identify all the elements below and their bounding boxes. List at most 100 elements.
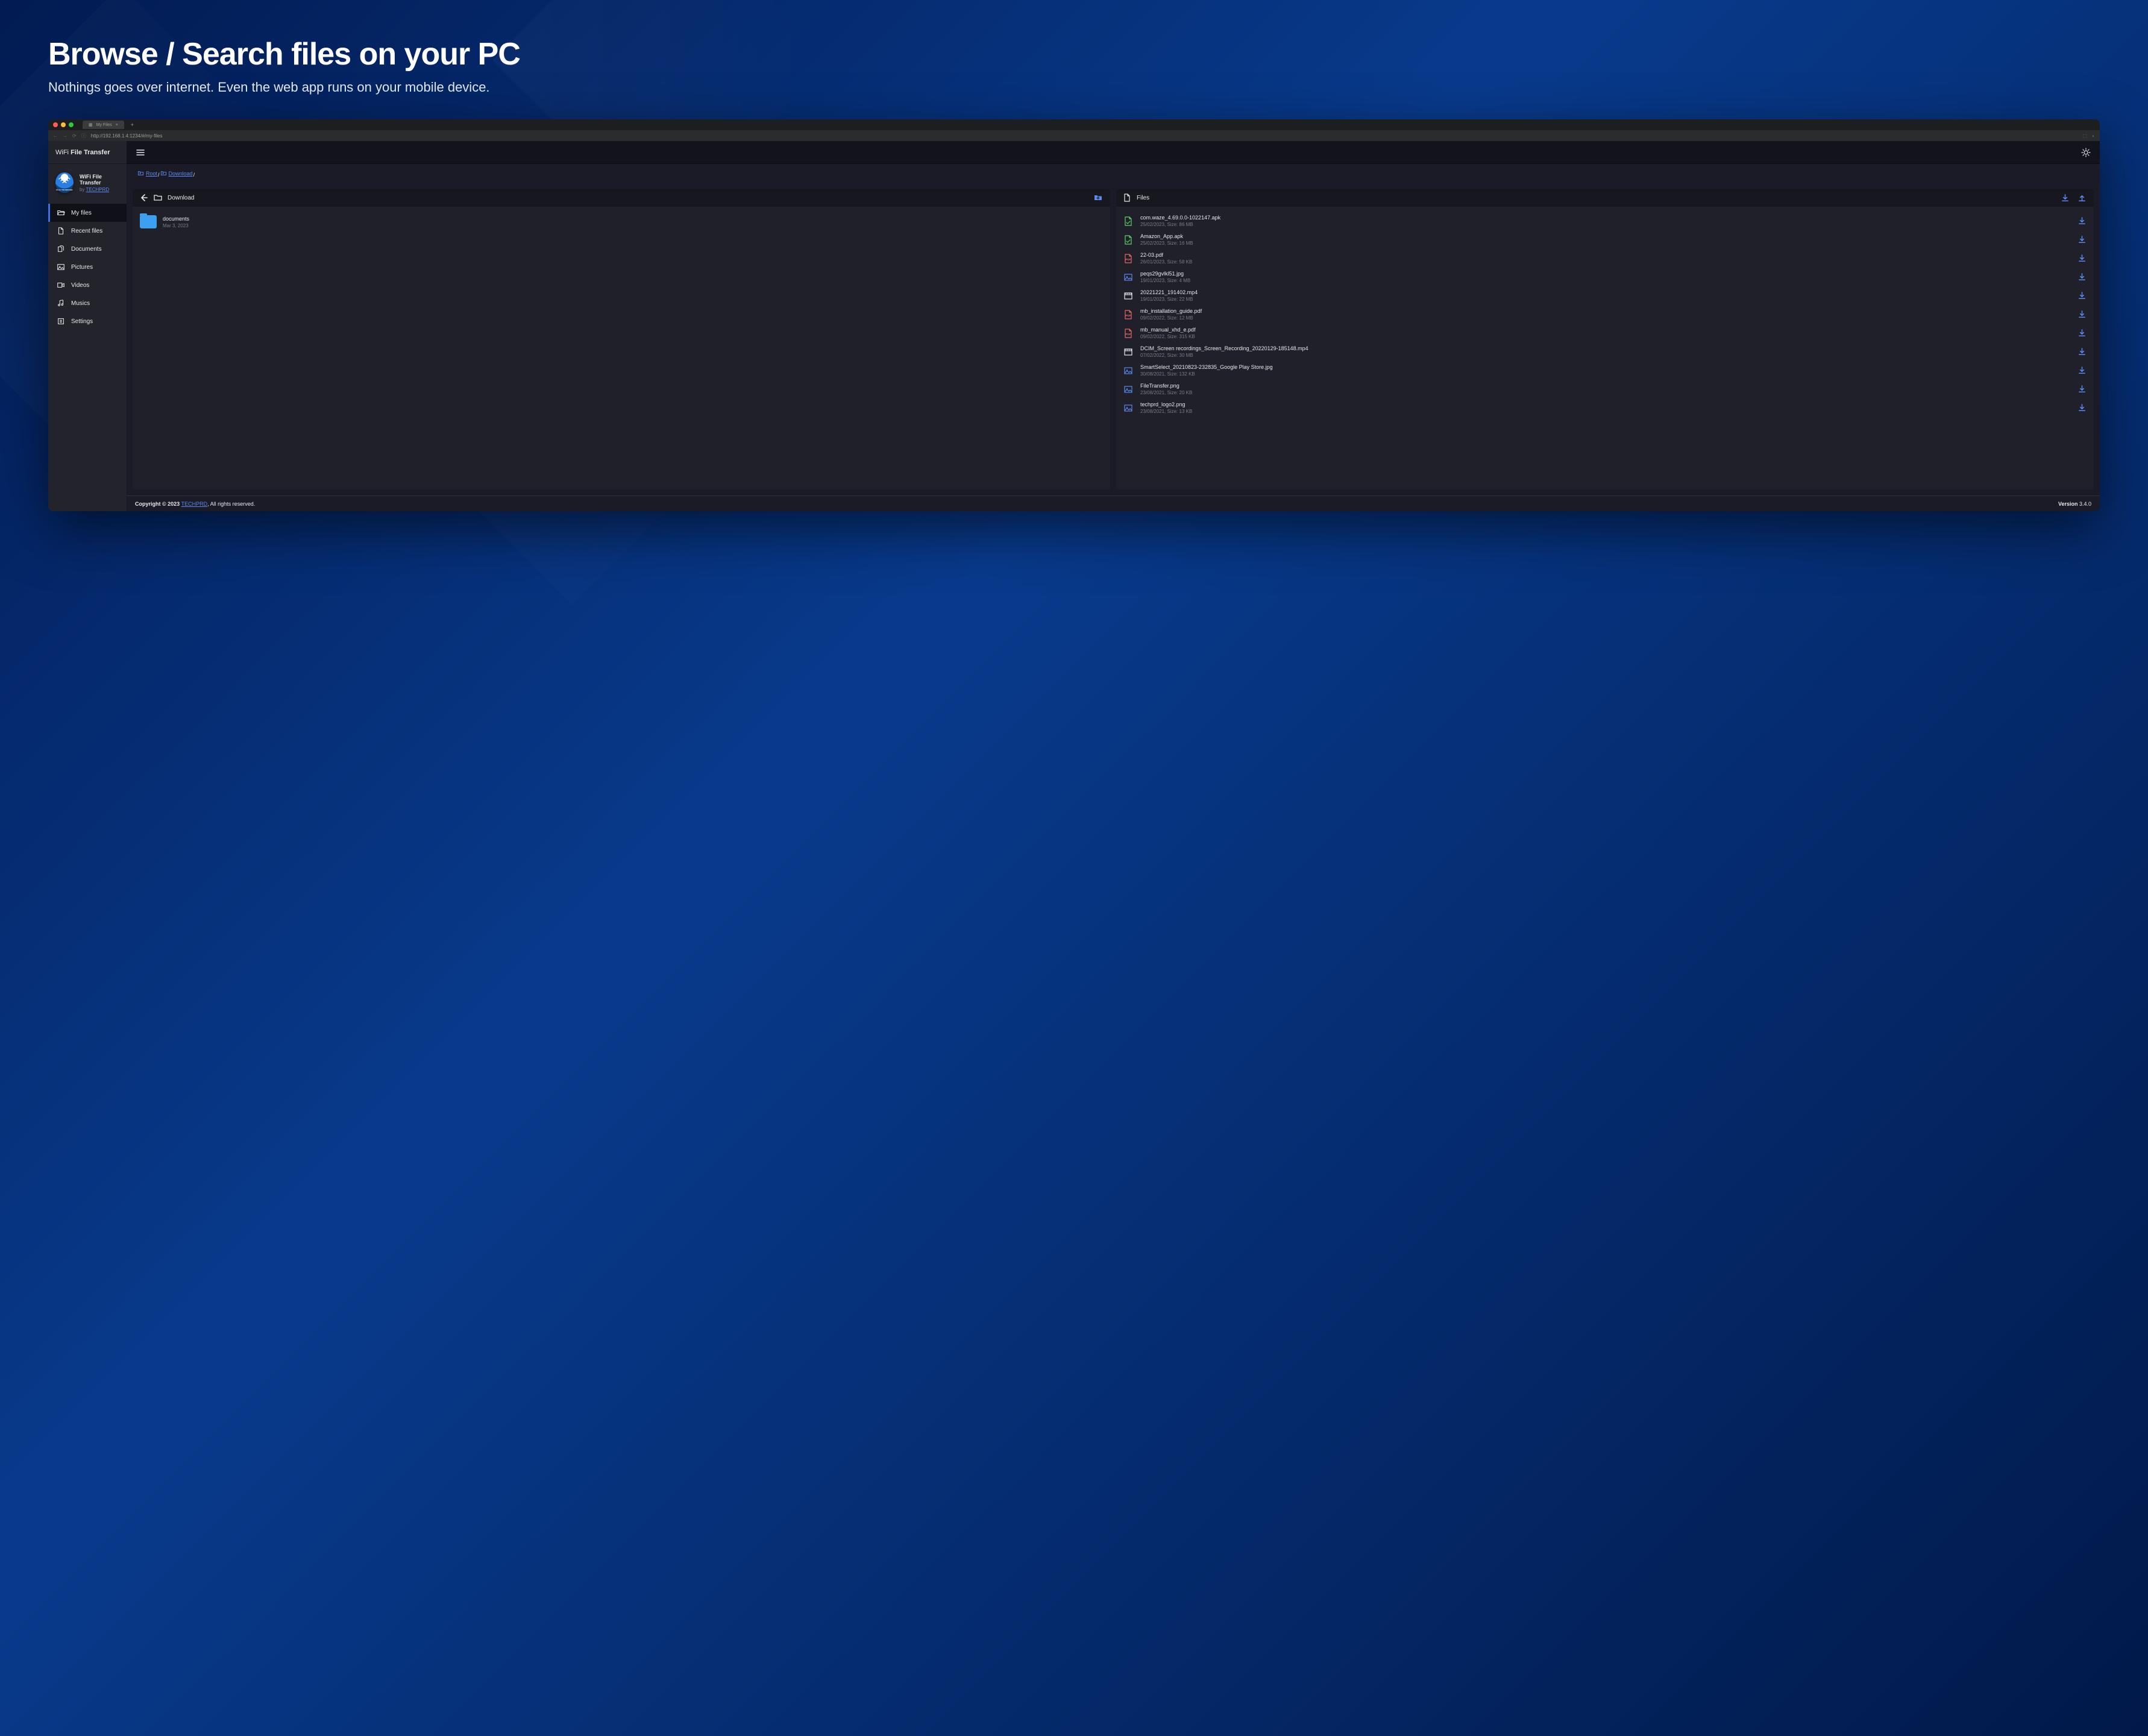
file-detail: 09/02/2022, Size: 12 MB (1140, 315, 2070, 321)
breadcrumb-separator: / (193, 172, 195, 178)
file-name: mb_manual_xhd_e.pdf (1140, 327, 2070, 333)
files-panel: Files com.waze_4.69.0.0-1022147.apk25/02… (1116, 189, 2094, 489)
file-name: DCIM_Screen recordings_Screen_Recording_… (1140, 345, 2070, 351)
browser-window: ▦ My Files × + ← → ⟳ ⓘ http://192.168.1.… (48, 119, 2100, 511)
files-panel-header: Files (1116, 189, 2094, 207)
file-row[interactable]: PDFmb_manual_xhd_e.pdf09/02/2022, Size: … (1121, 324, 2089, 342)
file-row[interactable]: peqs29gvlkl51.jpg19/01/2023, Size: 4 MB (1121, 268, 2089, 286)
extension-icon[interactable]: ⬚ (2083, 133, 2088, 139)
file-row[interactable]: 20221221_191402.mp4 19/01/2023, Size: 22 … (1121, 286, 2089, 305)
video-file-icon (1122, 290, 1134, 302)
file-row[interactable]: techprd_logo2.png23/08/2021, Size: 13 KB (1121, 398, 2089, 417)
breadcrumb: Root/Download/ (127, 164, 2100, 184)
main-content: Root/Download/ Download (127, 141, 2100, 511)
file-detail: 30/08/2021, Size: 132 KB (1140, 371, 2070, 377)
folders-panel-title: Download (168, 195, 194, 201)
breadcrumb-item[interactable]: Download (160, 170, 193, 177)
file-row[interactable]: FileTransfer.png23/08/2021, Size: 20 KB (1121, 380, 2089, 398)
footer-link[interactable]: TECHPRD (181, 501, 208, 507)
file-detail: 25/02/2023, Size: 16 MB (1140, 241, 2070, 246)
browser-url-bar: ← → ⟳ ⓘ http://192.168.1.4:1234/#/my-fil… (48, 130, 2100, 141)
back-arrow-icon[interactable] (139, 193, 148, 203)
download-icon[interactable] (2076, 271, 2088, 283)
video-icon (57, 281, 65, 289)
hero-subtitle: Nothings goes over internet. Even the we… (48, 80, 2100, 95)
file-detail: 23/08/2021, Size: 13 KB (1140, 409, 2070, 414)
download-icon[interactable] (2076, 346, 2088, 358)
download-icon[interactable] (2076, 327, 2088, 339)
download-icon[interactable] (2076, 383, 2088, 395)
file-row[interactable]: PDFmb_installation_guide.pdf09/02/2022, … (1121, 305, 2089, 324)
file-detail: 19/01/2023, Size: 22 MB (1140, 297, 2070, 302)
settings-icon (57, 317, 65, 326)
image-file-icon (1122, 271, 1134, 283)
app-logo-icon: FILE TRANSFER (55, 172, 74, 193)
nav-reload-icon[interactable]: ⟳ (72, 133, 77, 139)
file-row[interactable]: DCIM_Screen recordings_Screen_Recording_… (1121, 342, 2089, 361)
file-row[interactable]: com.waze_4.69.0.0-1022147.apk25/02/2023,… (1121, 212, 2089, 230)
image-icon (57, 263, 65, 271)
image-file-icon (1122, 365, 1134, 377)
download-icon[interactable] (2076, 402, 2088, 414)
download-icon[interactable] (2076, 253, 2088, 265)
new-folder-icon[interactable] (1092, 192, 1104, 204)
file-detail: 07/02/2022, Size: 30 MB (1140, 353, 2070, 358)
svg-text:PDF: PDF (1126, 333, 1131, 336)
tab-title: My Files (96, 123, 112, 127)
file-detail: 26/01/2023, Size: 58 KB (1140, 259, 2070, 265)
sidebar-nav: My filesRecent filesDocuments Pictures Vid… (48, 204, 127, 330)
folder-date: Mar 3, 2023 (163, 223, 189, 228)
video-file-icon (1122, 346, 1134, 358)
file-row[interactable]: PDF 22-03.pdf26/01/2023, Size: 58 KB (1121, 249, 2089, 268)
file-detail: 25/02/2023, Size: 86 MB (1140, 222, 2070, 227)
brand-link[interactable]: TECHPRD (86, 187, 110, 192)
file-name: Amazon_App.apk (1140, 233, 2070, 239)
folder-open-icon (57, 209, 65, 217)
file-name: peqs29gvlkl51.jpg (1140, 271, 2070, 277)
file-name: 20221221_191402.mp4 (1140, 289, 2070, 295)
pdf-file-icon: PDF (1122, 253, 1134, 265)
sidebar-item-documents[interactable]: Documents (48, 240, 127, 258)
window-maximize-dot[interactable] (69, 122, 74, 127)
window-minimize-dot[interactable] (61, 122, 66, 127)
sidebar-item-recent-files[interactable]: Recent files (48, 222, 127, 240)
tab-close-icon[interactable]: × (116, 123, 118, 127)
sidebar-item-label: Pictures (71, 264, 93, 271)
sidebar-item-musics[interactable]: Musics (48, 294, 127, 312)
browser-tab[interactable]: ▦ My Files × (83, 121, 124, 129)
download-icon[interactable] (2076, 365, 2088, 377)
info-icon[interactable]: ⓘ (81, 133, 86, 139)
sidebar-item-pictures[interactable]: Pictures (48, 258, 127, 276)
new-tab-button[interactable]: + (131, 122, 134, 128)
file-row[interactable]: SmartSelect_20210823-232835_Google Play … (1121, 361, 2089, 380)
download-icon[interactable] (2076, 309, 2088, 321)
upload-icon[interactable] (2076, 192, 2088, 204)
window-close-dot[interactable] (53, 122, 58, 127)
profile-icon[interactable]: ◐ (2092, 133, 2095, 139)
download-icon[interactable] (2076, 290, 2088, 302)
sidebar: WiFi File Transfer FILE TRANSFER WiFi Fi… (48, 141, 127, 511)
file-name: mb_installation_guide.pdf (1140, 308, 2070, 314)
file-row[interactable]: Amazon_App.apk 25/02/2023, Size: 16 MB (1121, 230, 2089, 249)
file-name: 22-03.pdf (1140, 252, 2070, 258)
download-icon[interactable] (2076, 215, 2088, 227)
file-detail: 23/08/2021, Size: 20 KB (1140, 390, 2070, 395)
hamburger-icon[interactable] (135, 147, 146, 158)
breadcrumb-item[interactable]: Root (137, 170, 157, 177)
file-name: SmartSelect_20210823-232835_Google Play … (1140, 364, 2070, 370)
theme-toggle-icon[interactable] (2080, 147, 2091, 158)
nav-forward-icon[interactable]: → (63, 133, 68, 139)
sidebar-item-label: Settings (71, 318, 93, 325)
sidebar-item-videos[interactable]: Videos (48, 276, 127, 294)
download-all-icon[interactable] (2059, 192, 2071, 204)
sidebar-item-settings[interactable]: Settings (48, 312, 127, 330)
folder-name: documents (163, 216, 189, 222)
file-icon (57, 227, 65, 235)
folder-row[interactable]: documentsMar 3, 2023 (137, 212, 1105, 232)
footer: Copyright © 2023 TECHPRD, All rights res… (127, 495, 2100, 511)
sidebar-item-my-files[interactable]: My files (48, 204, 127, 222)
file-name: com.waze_4.69.0.0-1022147.apk (1140, 215, 2070, 221)
nav-back-icon[interactable]: ← (53, 133, 58, 139)
url-text[interactable]: http://192.168.1.4:1234/#/my-files (91, 133, 163, 139)
download-icon[interactable] (2076, 234, 2088, 246)
